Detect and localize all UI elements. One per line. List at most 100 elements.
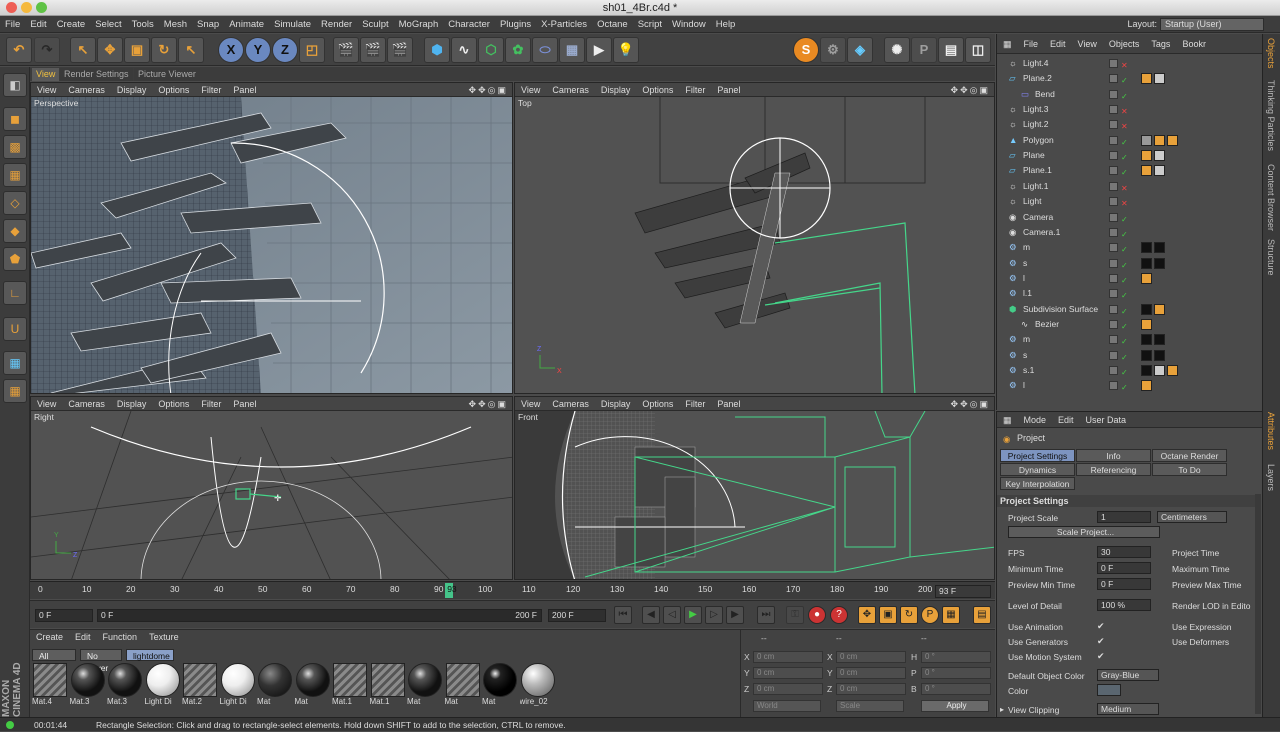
view-clipping-dropdown[interactable]: Medium	[1097, 703, 1159, 715]
viewport-top[interactable]: ZX View Cameras Display Options Filter Panel …	[514, 82, 995, 394]
object-menu-view[interactable]: View	[1072, 34, 1103, 54]
viewport-menu-display[interactable]: Display	[111, 83, 153, 97]
floor-icon[interactable]: ▦	[559, 37, 585, 63]
side-tab-structure[interactable]: Structure	[1266, 239, 1276, 276]
visibility-toggle[interactable]	[1109, 381, 1118, 391]
render-picture-viewer-button[interactable]: 🎬	[360, 37, 386, 63]
viewport-menu-view[interactable]: View	[515, 397, 546, 411]
preview-min-field[interactable]: 0 F	[1097, 578, 1151, 590]
light-bulb-icon[interactable]: 💡	[613, 37, 639, 63]
menu-mesh[interactable]: Mesh	[159, 16, 192, 33]
undo-button[interactable]: ↶	[6, 37, 32, 63]
object-tag-icon[interactable]	[1141, 303, 1152, 315]
material-menu-texture[interactable]: Texture	[143, 630, 185, 644]
cube-icon[interactable]: ⬢	[424, 37, 450, 63]
object-tag-icon[interactable]	[1154, 150, 1165, 162]
next-frame-button[interactable]: ▷	[705, 606, 723, 624]
current-frame-field[interactable]: 93 F	[935, 585, 991, 598]
menu-character[interactable]: Character	[443, 16, 495, 33]
object-row[interactable]: ☼ Light.2 ✕	[997, 117, 1263, 132]
node-editor-icon[interactable]: ◫	[965, 37, 991, 63]
object-tag-icon[interactable]	[1141, 73, 1152, 85]
visibility-toggle[interactable]	[1109, 304, 1118, 314]
viewport-menu-cameras[interactable]: Cameras	[62, 83, 111, 97]
key-parameter-icon[interactable]: P	[921, 606, 939, 624]
workplane-icon[interactable]: ▦	[3, 163, 27, 187]
live-selection-button[interactable]: ↖	[70, 37, 96, 63]
previous-key-button[interactable]: ◀	[642, 606, 660, 624]
menu-file[interactable]: File	[0, 16, 25, 33]
viewport-nav-icons[interactable]: ✥✥◎▣	[469, 399, 508, 410]
viewport-menu-filter[interactable]: Filter	[195, 397, 227, 411]
object-row[interactable]: ☼ Light.4 ✕	[997, 56, 1263, 71]
viewport-menu-view[interactable]: View	[515, 83, 546, 97]
object-tag-icon[interactable]	[1141, 349, 1152, 361]
object-tag-icon[interactable]	[1154, 257, 1165, 269]
default-color-dropdown[interactable]: Gray-Blue	[1097, 669, 1159, 681]
attribute-menu-edit[interactable]: Edit	[1052, 412, 1080, 428]
enabled-check-icon[interactable]: ✓	[1121, 380, 1128, 395]
viewport-menu-display[interactable]: Display	[595, 83, 637, 97]
coordinate-system-button[interactable]: ◰	[299, 37, 325, 63]
locked-workplane-icon[interactable]: ▦	[3, 351, 27, 375]
attr-tab-octane-render[interactable]: Octane Render	[1152, 449, 1227, 462]
material-menu-function[interactable]: Function	[97, 630, 144, 644]
menu-simulate[interactable]: Simulate	[269, 16, 316, 33]
visibility-toggle[interactable]	[1109, 289, 1118, 299]
object-tag-icon[interactable]	[1154, 334, 1165, 346]
disabled-tool-icon[interactable]: ⚙	[820, 37, 846, 63]
object-menu-objects[interactable]: Objects	[1103, 34, 1146, 54]
object-row[interactable]: ▱ Plane ✓	[997, 148, 1263, 163]
object-row[interactable]: ⚙ l ✓	[997, 271, 1263, 286]
menu-edit[interactable]: Edit	[25, 16, 51, 33]
visibility-toggle[interactable]	[1109, 197, 1118, 207]
material-swatch[interactable]: Mat	[257, 663, 293, 711]
object-row[interactable]: ☼ Light ✕	[997, 194, 1263, 209]
object-tag-icon[interactable]	[1154, 303, 1165, 315]
object-tag-icon[interactable]	[1154, 73, 1165, 85]
material-menu-create[interactable]: Create	[30, 630, 69, 644]
record-key-icon[interactable]: ⚿	[786, 606, 804, 624]
layout-dropdown[interactable]: Startup (User)	[1160, 18, 1264, 31]
object-row[interactable]: ⚙ m ✓	[997, 332, 1263, 347]
attr-tab-info[interactable]: Info	[1076, 449, 1151, 462]
minimum-time-field[interactable]: 0 F	[1097, 562, 1151, 574]
object-tag-icon[interactable]	[1154, 349, 1165, 361]
points-mode-icon[interactable]: ◇	[3, 191, 27, 215]
object-row[interactable]: ∿ Bezier ✓	[997, 317, 1263, 332]
viewport-menu-display[interactable]: Display	[595, 397, 637, 411]
attr-tab-to-do[interactable]: To Do	[1152, 463, 1227, 476]
go-to-end-button[interactable]: ⏭	[757, 606, 775, 624]
material-menu-edit[interactable]: Edit	[69, 630, 97, 644]
attr-tab-dynamics[interactable]: Dynamics	[1000, 463, 1075, 476]
material-swatch[interactable]: Mat.2	[182, 663, 218, 711]
recent-tool-button[interactable]: ↖	[178, 37, 204, 63]
model-mode-icon[interactable]: ◼	[3, 107, 27, 131]
render-settings-button[interactable]: 🎬	[387, 37, 413, 63]
side-tab-objects[interactable]: Objects	[1266, 38, 1276, 69]
object-tag-icon[interactable]	[1141, 365, 1152, 376]
visibility-toggle[interactable]	[1109, 350, 1118, 360]
object-row[interactable]: ⚙ s ✓	[997, 256, 1263, 271]
level-of-detail-field[interactable]: 100 %	[1097, 599, 1151, 611]
attribute-panel-menu-icon[interactable]: ▦	[997, 412, 1018, 428]
object-row[interactable]: ▲ Polygon ✓	[997, 133, 1263, 148]
key-pla-icon[interactable]: ▦	[942, 606, 960, 624]
object-tag-icon[interactable]	[1154, 242, 1165, 254]
attribute-menu-user-data[interactable]: User Data	[1080, 412, 1133, 428]
viewport-menu-cameras[interactable]: Cameras	[62, 397, 111, 411]
visibility-toggle[interactable]	[1109, 59, 1118, 68]
next-key-button[interactable]: ▶	[726, 606, 744, 624]
viewport-menu-panel[interactable]: Panel	[711, 397, 746, 411]
viewport-nav-icons[interactable]: ✥✥◎▣	[469, 85, 508, 96]
scale-tool-button[interactable]: ▣	[124, 37, 150, 63]
visibility-toggle[interactable]	[1109, 181, 1118, 191]
viewport-perspective[interactable]: View Cameras Display Options Filter Panel Per…	[30, 82, 513, 394]
visibility-toggle[interactable]	[1109, 74, 1118, 84]
previous-frame-button[interactable]: ◁	[663, 606, 681, 624]
object-row[interactable]: ⚙ l ✓	[997, 378, 1263, 393]
octane-gear-icon[interactable]: ✺	[884, 37, 910, 63]
grid-cube-icon[interactable]: ◈	[847, 37, 873, 63]
units-dropdown[interactable]: Centimeters	[1157, 511, 1227, 523]
s-plugin-icon[interactable]: S	[793, 37, 819, 63]
